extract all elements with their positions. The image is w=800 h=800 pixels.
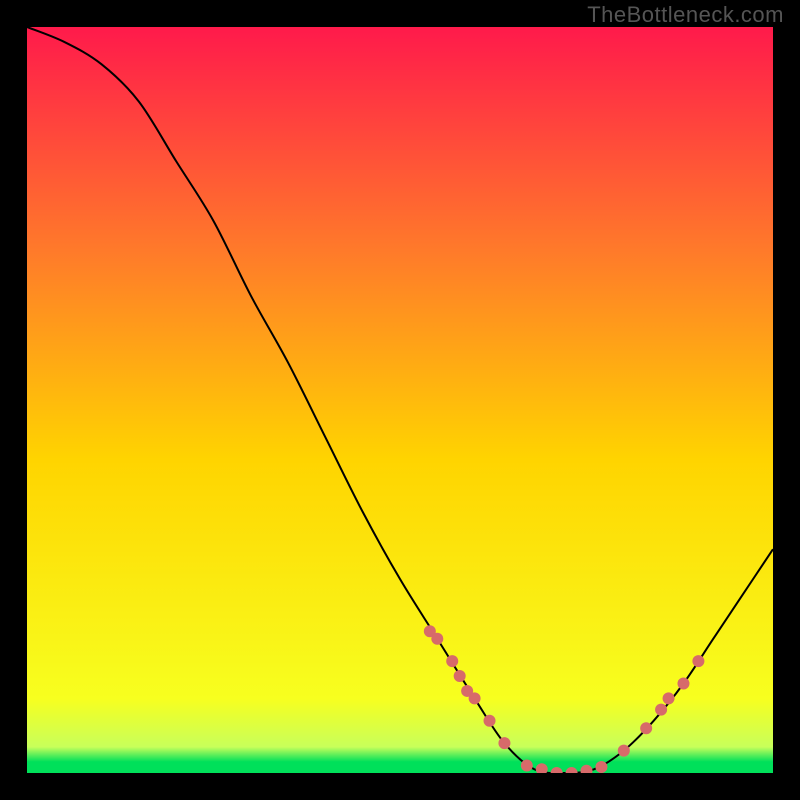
chart-background — [27, 27, 773, 773]
data-marker — [484, 715, 496, 727]
watermark-text: TheBottleneck.com — [587, 2, 784, 28]
data-marker — [692, 655, 704, 667]
data-marker — [640, 722, 652, 734]
data-marker — [446, 655, 458, 667]
data-marker — [677, 677, 689, 689]
data-marker — [618, 745, 630, 757]
chart-frame: TheBottleneck.com — [0, 0, 800, 800]
data-marker — [454, 670, 466, 682]
bottleneck-chart — [27, 27, 773, 773]
data-marker — [498, 737, 510, 749]
data-marker — [655, 704, 667, 716]
data-marker — [469, 692, 481, 704]
data-marker — [595, 761, 607, 773]
chart-svg — [27, 27, 773, 773]
data-marker — [521, 760, 533, 772]
data-marker — [431, 633, 443, 645]
data-marker — [663, 692, 675, 704]
